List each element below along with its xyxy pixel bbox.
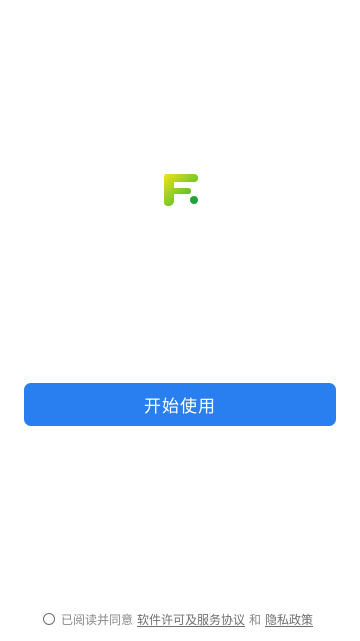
app-f-logo-icon	[164, 174, 198, 206]
start-button[interactable]: 开始使用	[24, 383, 336, 426]
agreement-conjunction: 和	[249, 612, 262, 627]
privacy-policy-link[interactable]: 隐私政策	[265, 611, 313, 628]
agreement-row: 已阅读并同意 软件许可及服务协议 和 隐私政策	[0, 610, 360, 628]
app-logo	[160, 170, 200, 210]
license-agreement-link[interactable]: 软件许可及服务协议	[137, 611, 245, 628]
agreement-prefix: 已阅读并同意	[60, 612, 133, 627]
app-screen: 开始使用 已阅读并同意 软件许可及服务协议 和 隐私政策	[0, 0, 360, 641]
agree-radio[interactable]	[42, 613, 55, 625]
